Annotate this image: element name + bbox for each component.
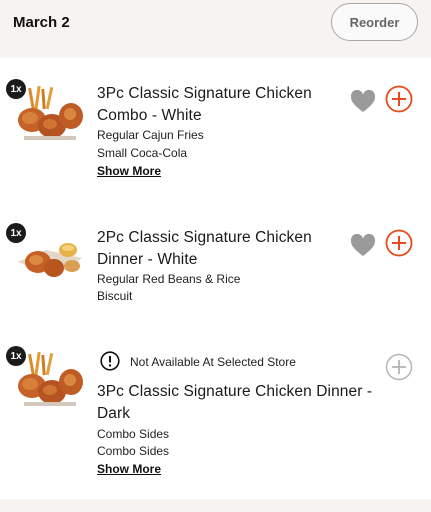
item-title: 3Pc Classic Signature Chicken [97,85,312,102]
quantity-badge: 1x [6,223,26,243]
show-more-link[interactable]: Show More [97,164,161,178]
item-detail: Combo Sides [97,444,170,458]
order-date: March 2 [13,14,70,31]
order-header: March 2 Reorder [0,0,431,58]
plus-circle-icon[interactable] [385,85,413,113]
heart-icon[interactable] [350,234,376,258]
item-title-continued: Dark [97,405,131,422]
plus-circle-icon[interactable] [385,229,413,257]
food-image [16,352,84,408]
item-title: 3Pc Classic Signature Chicken Dinner - [97,383,373,400]
quantity-badge: 1x [6,346,26,366]
item-title-continued: Combo - White [97,107,202,124]
reorder-button[interactable]: Reorder [331,3,418,41]
item-detail: Regular Red Beans & Rice [97,272,241,286]
heart-icon[interactable] [350,90,376,114]
food-image [16,86,84,142]
plus-circle-icon [385,353,413,381]
exclamation-circle-icon [100,351,120,371]
item-title: 2Pc Classic Signature Chicken [97,229,312,246]
show-more-link[interactable]: Show More [97,462,161,476]
item-title-continued: Dinner - White [97,251,198,268]
item-detail: Combo Sides [97,427,170,441]
item-detail: Regular Cajun Fries [97,128,204,142]
food-image [16,232,84,288]
availability-notice: Not Available At Selected Store [130,355,296,369]
section-divider [0,499,431,512]
quantity-badge: 1x [6,79,26,99]
item-detail: Small Coca-Cola [97,146,188,160]
item-detail: Biscuit [97,289,133,303]
